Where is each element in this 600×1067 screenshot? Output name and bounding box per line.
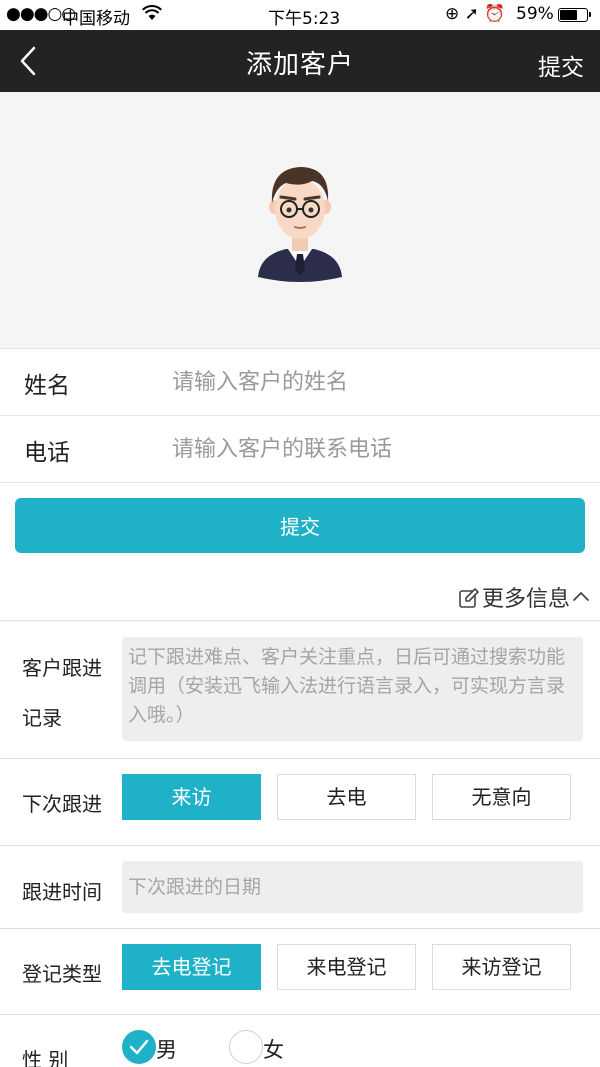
battery-fill <box>560 10 577 20</box>
follow-record-label: 客户跟进 <box>22 656 102 680</box>
register-type-label: 登记类型 <box>22 962 102 986</box>
register-type-option-call-in[interactable]: 来电登记 <box>277 944 416 990</box>
wifi-icon <box>142 5 162 26</box>
follow-record-label-line2: 记录 <box>22 706 62 730</box>
check-icon <box>129 1039 149 1055</box>
edit-icon <box>458 587 480 609</box>
nav-bar: 添加客户 提交 <box>0 30 600 92</box>
name-row: 姓名 <box>0 349 600 416</box>
page-title: 添加客户 <box>245 50 354 80</box>
gender-label: 性 别 <box>22 1048 69 1067</box>
carrier-name: 中国移动 <box>62 9 130 29</box>
avatar-area <box>0 92 600 349</box>
register-type-option-call-out[interactable]: 去电登记 <box>122 944 261 990</box>
gender-female-radio[interactable] <box>229 1030 263 1064</box>
clock: 下午5:23 <box>268 9 341 29</box>
gender-male-radio[interactable] <box>122 1030 156 1064</box>
battery-percent: 59% <box>516 4 554 24</box>
divider <box>0 928 600 929</box>
gender-female-label[interactable]: 女 <box>263 1034 284 1064</box>
chevron-up-icon <box>572 583 590 601</box>
divider <box>0 1014 600 1015</box>
nav-submit-button[interactable]: 提交 <box>538 48 584 82</box>
next-follow-option-call[interactable]: 去电 <box>277 774 416 820</box>
follow-record-input[interactable] <box>122 637 583 741</box>
submit-button[interactable]: 提交 <box>15 498 585 553</box>
status-bar: ●●●○○ 中国移动 下午5:23 ⊕ ➚ ⏰ 59% <box>0 0 600 30</box>
register-type-option-visit[interactable]: 来访登记 <box>432 944 571 990</box>
name-label: 姓名 <box>24 373 70 399</box>
phone-row: 电话 <box>0 416 600 483</box>
phone-input[interactable] <box>172 426 572 472</box>
phone-label: 电话 <box>24 440 70 466</box>
battery-icon <box>558 8 591 22</box>
name-input[interactable] <box>172 359 572 405</box>
avatar[interactable] <box>250 157 350 285</box>
next-follow-option-visit[interactable]: 来访 <box>122 774 261 820</box>
status-icons: ⊕ ➚ ⏰ <box>445 4 506 24</box>
gender-male-label[interactable]: 男 <box>156 1034 177 1064</box>
next-follow-option-no-intent[interactable]: 无意向 <box>432 774 571 820</box>
divider <box>0 758 600 759</box>
divider <box>0 620 600 621</box>
more-info-label: 更多信息 <box>481 587 570 612</box>
next-follow-label: 下次跟进 <box>22 792 102 816</box>
more-info-toggle[interactable]: 更多信息 <box>458 581 590 613</box>
follow-date-input[interactable] <box>122 861 583 913</box>
follow-time-label: 跟进时间 <box>22 880 102 904</box>
divider <box>0 845 600 846</box>
